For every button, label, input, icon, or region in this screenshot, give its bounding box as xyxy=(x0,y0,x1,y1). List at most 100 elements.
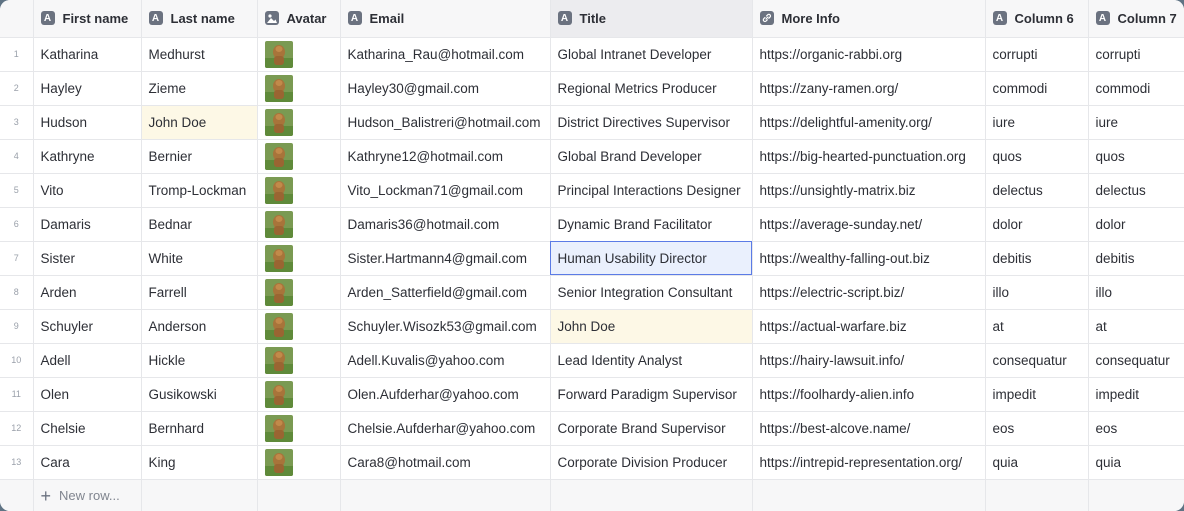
first-name-cell[interactable]: Arden xyxy=(33,275,142,310)
title-cell[interactable]: John Doe xyxy=(550,309,753,344)
column-7-cell[interactable]: corrupti xyxy=(1088,37,1184,72)
first-name-cell[interactable]: Olen xyxy=(33,377,142,412)
avatar-cell[interactable] xyxy=(257,309,341,344)
last-name-cell[interactable]: Zieme xyxy=(141,71,258,106)
avatar-cell[interactable] xyxy=(257,37,341,72)
table-row[interactable]: 10 Adell Hickle Adell.Kuvalis@yahoo.com Lead… xyxy=(0,343,1184,378)
more-info-cell[interactable]: https://foolhardy-alien.info xyxy=(752,377,986,412)
avatar-cell[interactable] xyxy=(257,105,341,140)
more-info-cell[interactable]: https://average-sunday.net/ xyxy=(752,207,986,242)
more-info-cell[interactable]: https://big-hearted-punctuation.org xyxy=(752,139,986,174)
new-row-button[interactable]: + New row... xyxy=(33,479,142,511)
column-7-cell[interactable]: delectus xyxy=(1088,173,1184,208)
last-name-cell[interactable]: Medhurst xyxy=(141,37,258,72)
column-header-last-name[interactable]: A Last name xyxy=(141,0,258,38)
more-info-cell[interactable]: https://organic-rabbi.org xyxy=(752,37,986,72)
last-name-cell[interactable]: Bernier xyxy=(141,139,258,174)
last-name-cell[interactable]: Hickle xyxy=(141,343,258,378)
email-cell[interactable]: Damaris36@hotmail.com xyxy=(340,207,551,242)
last-name-cell[interactable]: Farrell xyxy=(141,275,258,310)
title-cell[interactable]: Regional Metrics Producer xyxy=(550,71,753,106)
email-cell[interactable]: Katharina_Rau@hotmail.com xyxy=(340,37,551,72)
column-6-cell[interactable]: impedit xyxy=(985,377,1089,412)
first-name-cell[interactable]: Vito xyxy=(33,173,142,208)
avatar-cell[interactable] xyxy=(257,241,341,276)
table-row[interactable]: 8 Arden Farrell Arden_Satterfield@gmail.com… xyxy=(0,275,1184,310)
avatar-cell[interactable] xyxy=(257,343,341,378)
column-6-cell[interactable]: consequatur xyxy=(985,343,1089,378)
column-7-cell[interactable]: impedit xyxy=(1088,377,1184,412)
title-cell[interactable]: Corporate Division Producer xyxy=(550,445,753,480)
table-row[interactable]: 4 Kathryne Bernier Kathryne12@hotmail.com Gl… xyxy=(0,139,1184,174)
column-6-cell[interactable]: quia xyxy=(985,445,1089,480)
more-info-cell[interactable]: https://wealthy-falling-out.biz xyxy=(752,241,986,276)
title-cell[interactable]: Global Intranet Developer xyxy=(550,37,753,72)
table-row[interactable]: 3 Hudson John Doe Hudson_Balistreri@hotmail… xyxy=(0,105,1184,140)
last-name-cell[interactable]: Gusikowski xyxy=(141,377,258,412)
title-cell[interactable]: District Directives Supervisor xyxy=(550,105,753,140)
email-cell[interactable]: Schuyler.Wisozk53@gmail.com xyxy=(340,309,551,344)
title-cell[interactable]: Human Usability Director xyxy=(550,241,753,276)
title-cell[interactable]: Senior Integration Consultant xyxy=(550,275,753,310)
email-cell[interactable]: Hayley30@gmail.com xyxy=(340,71,551,106)
title-cell[interactable]: Dynamic Brand Facilitator xyxy=(550,207,753,242)
first-name-cell[interactable]: Damaris xyxy=(33,207,142,242)
first-name-cell[interactable]: Cara xyxy=(33,445,142,480)
more-info-cell[interactable]: https://hairy-lawsuit.info/ xyxy=(752,343,986,378)
table-row[interactable]: 2 Hayley Zieme Hayley30@gmail.com Regional M… xyxy=(0,71,1184,106)
column-header-more-info[interactable]: More Info xyxy=(752,0,986,38)
more-info-cell[interactable]: https://unsightly-matrix.biz xyxy=(752,173,986,208)
column-7-cell[interactable]: illo xyxy=(1088,275,1184,310)
column-7-cell[interactable]: quos xyxy=(1088,139,1184,174)
title-cell[interactable]: Global Brand Developer xyxy=(550,139,753,174)
avatar-cell[interactable] xyxy=(257,275,341,310)
column-7-cell[interactable]: eos xyxy=(1088,411,1184,446)
table-row[interactable]: 13 Cara King Cara8@hotmail.com Corporate Div… xyxy=(0,445,1184,480)
more-info-cell[interactable]: https://actual-warfare.biz xyxy=(752,309,986,344)
first-name-cell[interactable]: Sister xyxy=(33,241,142,276)
title-cell[interactable]: Forward Paradigm Supervisor xyxy=(550,377,753,412)
column-header-first-name[interactable]: A First name xyxy=(33,0,142,38)
column-header-column-6[interactable]: A Column 6 xyxy=(985,0,1089,38)
more-info-cell[interactable]: https://zany-ramen.org/ xyxy=(752,71,986,106)
avatar-cell[interactable] xyxy=(257,411,341,446)
last-name-cell[interactable]: Bernhard xyxy=(141,411,258,446)
column-6-cell[interactable]: dolor xyxy=(985,207,1089,242)
column-7-cell[interactable]: consequatur xyxy=(1088,343,1184,378)
table-row[interactable]: 12 Chelsie Bernhard Chelsie.Aufderhar@yahoo… xyxy=(0,411,1184,446)
more-info-cell[interactable]: https://electric-script.biz/ xyxy=(752,275,986,310)
first-name-cell[interactable]: Hudson xyxy=(33,105,142,140)
column-6-cell[interactable]: quos xyxy=(985,139,1089,174)
email-cell[interactable]: Olen.Aufderhar@yahoo.com xyxy=(340,377,551,412)
table-row[interactable]: 1 Katharina Medhurst Katharina_Rau@hotmail.… xyxy=(0,37,1184,72)
column-header-avatar[interactable]: Avatar xyxy=(257,0,341,38)
column-6-cell[interactable]: illo xyxy=(985,275,1089,310)
last-name-cell[interactable]: King xyxy=(141,445,258,480)
last-name-cell[interactable]: Bednar xyxy=(141,207,258,242)
last-name-cell[interactable]: John Doe xyxy=(141,105,258,140)
email-cell[interactable]: Kathryne12@hotmail.com xyxy=(340,139,551,174)
column-6-cell[interactable]: delectus xyxy=(985,173,1089,208)
email-cell[interactable]: Cara8@hotmail.com xyxy=(340,445,551,480)
table-row[interactable]: 9 Schuyler Anderson Schuyler.Wisozk53@gmail… xyxy=(0,309,1184,344)
title-cell[interactable]: Corporate Brand Supervisor xyxy=(550,411,753,446)
avatar-cell[interactable] xyxy=(257,139,341,174)
avatar-cell[interactable] xyxy=(257,445,341,480)
first-name-cell[interactable]: Hayley xyxy=(33,71,142,106)
email-cell[interactable]: Adell.Kuvalis@yahoo.com xyxy=(340,343,551,378)
column-6-cell[interactable]: corrupti xyxy=(985,37,1089,72)
table-row[interactable]: 6 Damaris Bednar Damaris36@hotmail.com Dynam… xyxy=(0,207,1184,242)
first-name-cell[interactable]: Chelsie xyxy=(33,411,142,446)
last-name-cell[interactable]: Anderson xyxy=(141,309,258,344)
title-cell[interactable]: Principal Interactions Designer xyxy=(550,173,753,208)
table-row[interactable]: 5 Vito Tromp-Lockman Vito_Lockman71@gmail.c… xyxy=(0,173,1184,208)
column-header-title[interactable]: A Title xyxy=(550,0,753,38)
email-cell[interactable]: Arden_Satterfield@gmail.com xyxy=(340,275,551,310)
first-name-cell[interactable]: Adell xyxy=(33,343,142,378)
table-row[interactable]: 11 Olen Gusikowski Olen.Aufderhar@yahoo.com… xyxy=(0,377,1184,412)
avatar-cell[interactable] xyxy=(257,173,341,208)
first-name-cell[interactable]: Schuyler xyxy=(33,309,142,344)
more-info-cell[interactable]: https://best-alcove.name/ xyxy=(752,411,986,446)
avatar-cell[interactable] xyxy=(257,377,341,412)
column-6-cell[interactable]: eos xyxy=(985,411,1089,446)
